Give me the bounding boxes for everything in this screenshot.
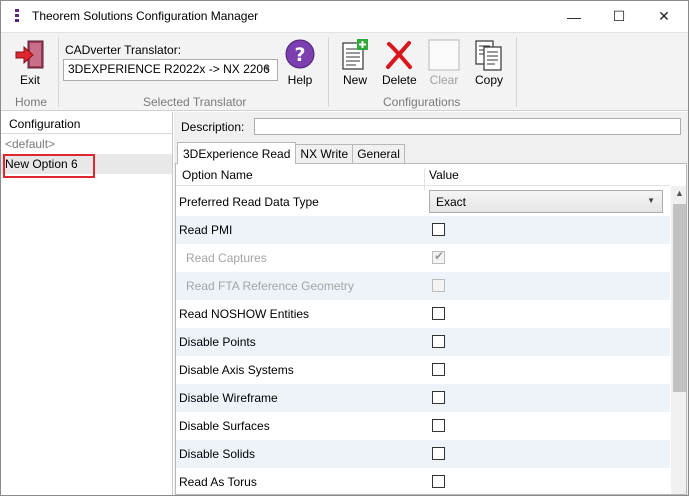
- exit-icon: [15, 40, 44, 69]
- new-button[interactable]: New: [340, 38, 370, 87]
- table-row: Disable Surfaces: [176, 412, 670, 440]
- disable-axis-systems-checkbox[interactable]: [432, 363, 445, 376]
- option-name: Read FTA Reference Geometry: [186, 279, 354, 293]
- options-grid: Option Name Value Preferred Read Data Ty…: [175, 163, 687, 495]
- configuration-header: Configuration: [1, 112, 172, 134]
- tab-3dexperience-read[interactable]: 3DExperience Read: [177, 142, 297, 164]
- ribbon-separator: [58, 37, 59, 107]
- home-group-label: Home: [15, 95, 48, 109]
- configuration-panel: Configuration <default> New Option 6: [1, 112, 173, 495]
- minimize-button[interactable]: —: [551, 1, 597, 32]
- window-title: Theorem Solutions Configuration Manager: [32, 9, 259, 23]
- option-name: Read As Torus: [179, 475, 257, 489]
- new-label: New: [342, 73, 367, 87]
- delete-button[interactable]: Delete: [382, 39, 417, 87]
- option-tabs: 3DExperience Read NX Write General: [177, 142, 405, 164]
- disable-solids-checkbox[interactable]: [432, 447, 445, 460]
- table-row: Disable Axis Systems: [176, 356, 670, 384]
- preferred-read-data-type-select[interactable]: Exact ▼: [429, 190, 663, 213]
- translator-label: CADverter Translator:: [65, 43, 182, 57]
- title-bar: Theorem Solutions Configuration Manager …: [1, 1, 688, 32]
- maximize-button[interactable]: ☐: [596, 1, 642, 32]
- translator-select-value: 3DEXPERIENCE R2022x -> NX 2206: [68, 62, 270, 76]
- delete-label: Delete: [382, 73, 417, 87]
- app-window: Theorem Solutions Configuration Manager …: [0, 0, 689, 496]
- configurations-group-label: Configurations: [383, 95, 461, 109]
- exit-button[interactable]: Exit: [13, 39, 47, 87]
- disable-wireframe-checkbox[interactable]: [432, 391, 445, 404]
- table-row: Read As Torus: [176, 468, 670, 494]
- read-noshow-entities-checkbox[interactable]: [432, 307, 445, 320]
- translator-select[interactable]: 3DEXPERIENCE R2022x -> NX 2206 ▼: [63, 59, 278, 81]
- option-name: Read Captures: [186, 251, 267, 265]
- close-button[interactable]: ✕: [641, 1, 687, 32]
- select-value: Exact: [436, 195, 467, 209]
- clear-button[interactable]: Clear: [428, 39, 460, 87]
- options-panel: Description: 3DExperience Read NX Write …: [174, 112, 688, 495]
- app-icon: [15, 9, 19, 23]
- grid-rows: Preferred Read Data Type Exact ▼ Read PM…: [176, 188, 670, 494]
- clear-icon: [428, 39, 460, 71]
- table-row: Disable Solids: [176, 440, 670, 468]
- exit-label: Exit: [19, 73, 40, 87]
- disable-surfaces-checkbox[interactable]: [432, 419, 445, 432]
- copy-label: Copy: [474, 73, 503, 87]
- copy-icon: [475, 40, 502, 71]
- option-name: Disable Axis Systems: [179, 363, 294, 377]
- option-name: Disable Surfaces: [179, 419, 270, 433]
- delete-icon: [386, 41, 413, 69]
- svg-text:?: ?: [294, 44, 305, 66]
- config-item-new-option-6[interactable]: New Option 6: [1, 154, 172, 174]
- check-icon: ✔: [434, 249, 445, 263]
- vertical-scrollbar[interactable]: ▲: [671, 186, 686, 494]
- table-row: Read NOSHOW Entities: [176, 300, 670, 328]
- description-input[interactable]: [254, 118, 681, 135]
- scrollbar-thumb[interactable]: [673, 204, 686, 392]
- new-document-icon: [342, 39, 368, 70]
- description-label: Description:: [181, 120, 245, 134]
- table-row: Disable Wireframe: [176, 384, 670, 412]
- tab-nx-write[interactable]: NX Write: [295, 144, 354, 164]
- table-row: Read Captures ✔: [176, 244, 670, 272]
- column-separator: [424, 168, 425, 190]
- grid-header: Option Name Value: [176, 164, 670, 190]
- ribbon-separator: [516, 37, 517, 107]
- column-header-value: Value: [429, 168, 459, 182]
- tab-general[interactable]: General: [352, 144, 405, 164]
- read-fta-reference-geometry-checkbox: [432, 279, 445, 292]
- help-label: Help: [287, 73, 313, 87]
- option-name: Disable Points: [179, 335, 256, 349]
- disable-points-checkbox[interactable]: [432, 335, 445, 348]
- help-icon: ?: [285, 39, 315, 69]
- table-row: Read FTA Reference Geometry: [176, 272, 670, 300]
- read-pmi-checkbox[interactable]: [432, 223, 445, 236]
- help-button[interactable]: ? Help: [285, 39, 315, 87]
- chevron-down-icon: ▼: [263, 64, 271, 73]
- option-name: Disable Solids: [179, 447, 256, 461]
- table-row: Read PMI: [176, 216, 670, 244]
- clear-label: Clear: [429, 73, 459, 87]
- column-header-option-name: Option Name: [182, 168, 253, 182]
- table-row: Disable Points: [176, 328, 670, 356]
- read-as-torus-checkbox[interactable]: [432, 475, 445, 488]
- config-item-default[interactable]: <default>: [1, 134, 172, 154]
- copy-button[interactable]: Copy: [473, 39, 505, 87]
- ribbon-separator: [328, 37, 329, 107]
- read-captures-checkbox: ✔: [432, 249, 445, 264]
- table-row: Preferred Read Data Type Exact ▼: [176, 188, 670, 216]
- translator-group-label: Selected Translator: [143, 95, 247, 109]
- option-name: Read PMI: [179, 223, 233, 237]
- option-name: Read NOSHOW Entities: [179, 307, 310, 321]
- chevron-down-icon: ▼: [647, 196, 655, 205]
- option-name: Preferred Read Data Type: [179, 195, 319, 209]
- ribbon: Exit Home CADverter Translator: 3DEXPERI…: [1, 32, 688, 111]
- scroll-up-icon[interactable]: ▲: [675, 188, 684, 198]
- option-name: Disable Wireframe: [179, 391, 278, 405]
